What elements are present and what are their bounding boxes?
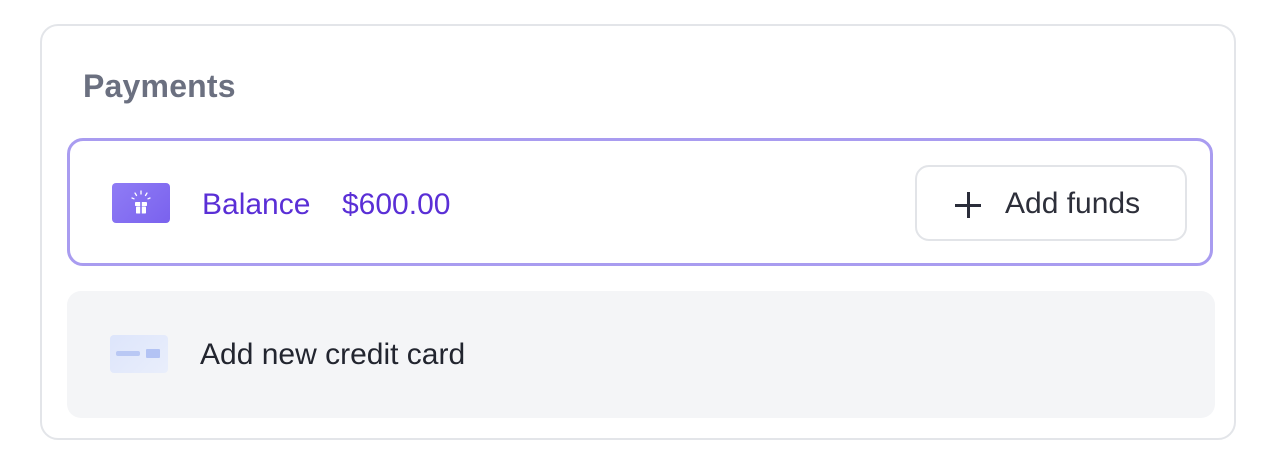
payments-title: Payments [83, 68, 236, 104]
add-credit-card-button[interactable]: Add new credit card [67, 291, 1215, 418]
gift-icon [112, 183, 170, 223]
add-funds-label: Add funds [1005, 187, 1141, 220]
plus-icon [955, 192, 981, 218]
balance-amount: $600.00 [342, 188, 451, 221]
add-credit-card-label: Add new credit card [200, 338, 466, 371]
balance-label: Balance [202, 188, 311, 221]
add-funds-button[interactable]: Add funds [915, 165, 1187, 241]
credit-card-icon [110, 335, 168, 373]
balance-card[interactable]: Balance $600.00 Add funds [67, 138, 1213, 266]
payments-panel: Payments Balance $600.00 Add funds Add n… [40, 24, 1236, 440]
